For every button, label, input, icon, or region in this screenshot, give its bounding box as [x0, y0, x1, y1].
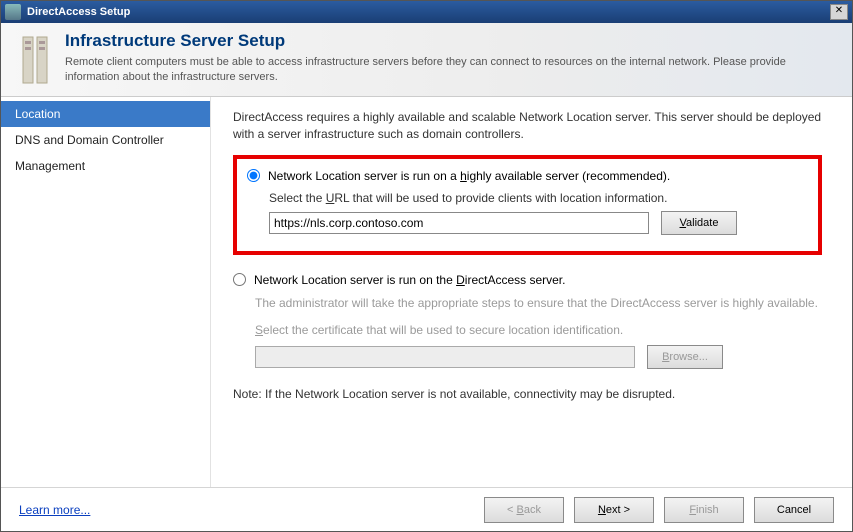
url-input[interactable] — [269, 212, 649, 234]
server-icon — [15, 31, 59, 88]
note-text: Note: If the Network Location server is … — [233, 387, 822, 401]
wizard-main: DirectAccess requires a highly available… — [211, 97, 852, 487]
wizard-header: Infrastructure Server Setup Remote clien… — [1, 23, 852, 97]
sidebar-item-management[interactable]: Management — [1, 153, 210, 179]
sidebar-item-label: Management — [15, 159, 85, 173]
wizard-sidebar: Location DNS and Domain Controller Manag… — [1, 97, 211, 487]
url-sublabel: Select the URL that will be used to prov… — [269, 191, 804, 205]
option2-description: The administrator will take the appropri… — [255, 295, 822, 312]
window-title: DirectAccess Setup — [27, 6, 830, 18]
browse-button[interactable]: Browse... — [647, 345, 723, 369]
sidebar-item-label: Location — [15, 107, 60, 121]
highlighted-section: Network Location server is run on a high… — [233, 155, 822, 255]
intro-text: DirectAccess requires a highly available… — [233, 109, 822, 143]
validate-button[interactable]: Validate — [661, 211, 737, 235]
sidebar-item-label: DNS and Domain Controller — [15, 133, 164, 147]
cert-sublabel: Select the certificate that will be used… — [255, 322, 822, 339]
back-button[interactable]: < Back — [484, 497, 564, 523]
close-button[interactable]: ✕ — [830, 4, 848, 20]
page-title: Infrastructure Server Setup — [65, 31, 838, 51]
page-description: Remote client computers must be able to … — [65, 55, 825, 85]
radio-directaccess-server[interactable]: Network Location server is run on the Di… — [233, 273, 822, 287]
cancel-button[interactable]: Cancel — [754, 497, 834, 523]
certificate-field — [255, 346, 635, 368]
radio-label: Network Location server is run on the Di… — [254, 273, 565, 287]
learn-more-link[interactable]: Learn more... — [19, 503, 90, 517]
wizard-footer: Learn more... < Back Next > Finish Cance… — [1, 487, 852, 531]
radio-highly-available[interactable]: Network Location server is run on a high… — [247, 169, 804, 183]
app-icon — [5, 4, 21, 20]
sidebar-item-dns[interactable]: DNS and Domain Controller — [1, 127, 210, 153]
radio-highly-available-input[interactable] — [247, 169, 260, 182]
radio-label: Network Location server is run on a high… — [268, 169, 670, 183]
sidebar-item-location[interactable]: Location — [1, 101, 210, 127]
next-button[interactable]: Next > — [574, 497, 654, 523]
titlebar: DirectAccess Setup ✕ — [1, 1, 852, 23]
finish-button[interactable]: Finish — [664, 497, 744, 523]
radio-directaccess-server-input[interactable] — [233, 273, 246, 286]
